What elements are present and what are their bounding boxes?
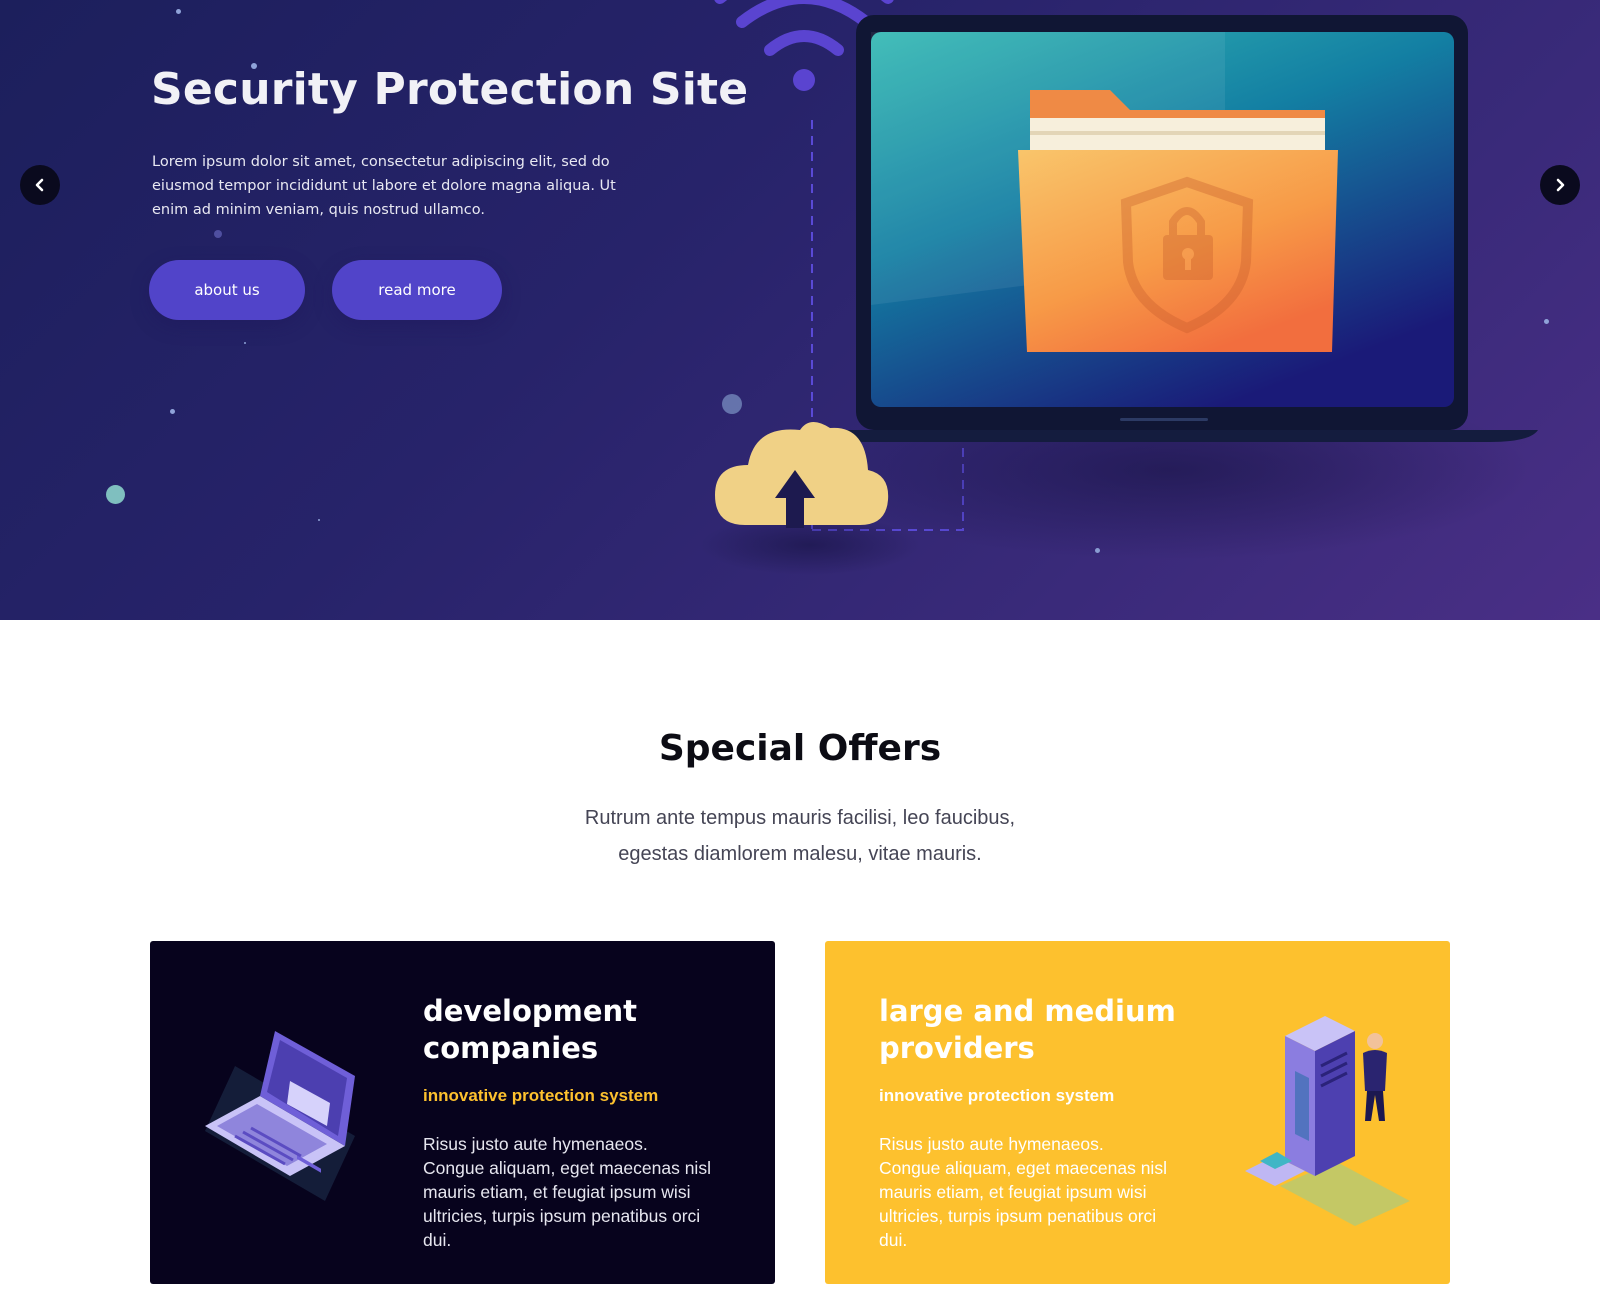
hero-banner: Security Protection Site Lorem ipsum dol…	[0, 0, 1600, 620]
carousel-prev-button[interactable]	[20, 165, 60, 205]
offers-title: Special Offers	[658, 728, 942, 769]
laptop-with-locked-folder-illustration	[700, 0, 1538, 575]
decor-dot	[214, 230, 222, 238]
chevron-left-icon	[35, 178, 44, 192]
offers-subtitle-line: egestas diamlorem malesu, vitae mauris.	[618, 843, 982, 865]
decor-dot	[170, 409, 175, 414]
card-tagline: innovative protection system	[879, 1086, 1115, 1105]
card-title: development companies	[423, 993, 723, 1067]
card-title-line: large and medium	[879, 994, 1176, 1028]
card-title: large and medium providers	[879, 993, 1179, 1067]
offer-card-providers: large and medium providers innovative pr…	[825, 941, 1450, 1284]
decor-dot	[176, 9, 181, 14]
about-us-button[interactable]: about us	[149, 260, 305, 320]
card-tagline: innovative protection system	[423, 1086, 659, 1105]
read-more-button[interactable]: read more	[332, 260, 502, 320]
hero-description: Lorem ipsum dolor sit amet, consectetur …	[152, 154, 616, 218]
card-description: Risus justo aute hymenaeos. Congue aliqu…	[879, 1134, 1167, 1250]
offers-subtitle-line: Rutrum ante tempus mauris facilisi, leo …	[584, 807, 1016, 829]
decor-dot	[106, 485, 125, 504]
laptop-login-illustration	[205, 1031, 355, 1201]
offers-subtitle: Rutrum ante tempus mauris facilisi, leo …	[550, 800, 1050, 872]
card-title-line: providers	[879, 1031, 1035, 1065]
decor-dot	[244, 342, 246, 344]
decor-dot	[318, 519, 320, 521]
offer-card-development: development companies innovative protect…	[150, 941, 775, 1284]
card-title-line: development	[423, 994, 638, 1028]
card-title-line: companies	[423, 1031, 599, 1065]
hero-title: Security Protection Site	[151, 64, 749, 115]
card-description: Risus justo aute hymenaeos. Congue aliqu…	[423, 1134, 711, 1250]
server-with-person-illustration	[1245, 1016, 1410, 1226]
